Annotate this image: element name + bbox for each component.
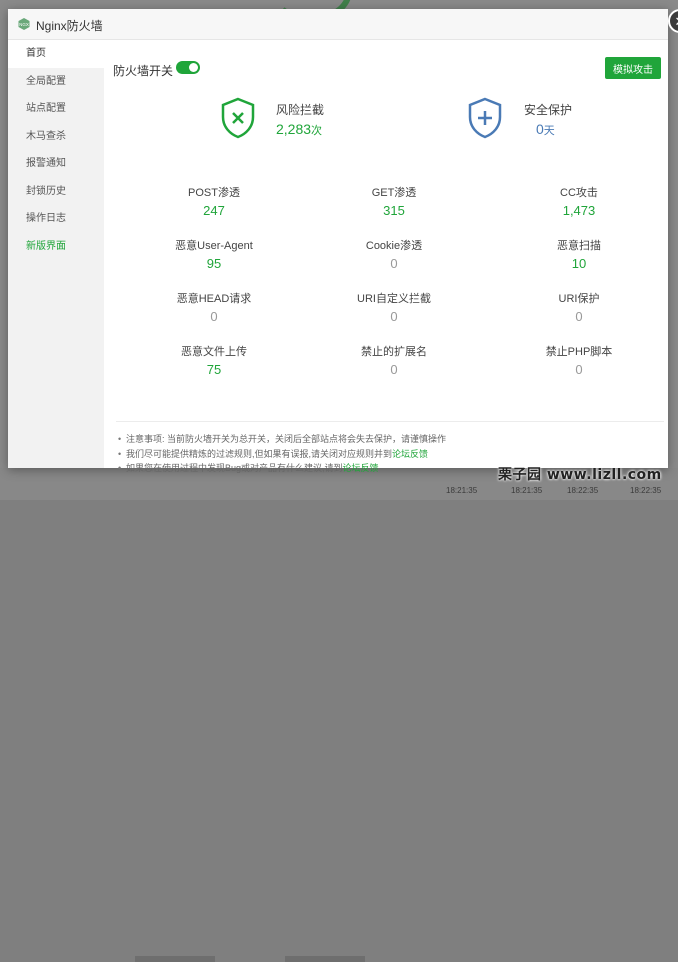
sidebar-item-new-ui[interactable]: 新版界面	[8, 233, 104, 261]
stat-cell: CC攻击 1,473	[489, 184, 669, 218]
risk-intercept-title: 风险拦截	[276, 103, 325, 117]
stat-value: 10	[571, 256, 587, 271]
close-icon: ✕	[675, 15, 678, 28]
stat-label: POST渗透	[188, 187, 240, 199]
note-text: 我们尽可能提供精炼的过滤规则,但如果有误报,请关闭对应规则并到	[126, 448, 393, 459]
stat-value: 1,473	[562, 203, 596, 218]
sidebar-item-alert-notify[interactable]: 报警通知	[8, 150, 104, 178]
forum-feedback-link[interactable]: 论坛反馈	[392, 449, 428, 459]
stat-value: 95	[206, 256, 222, 271]
stat-label: 恶意HEAD请求	[176, 293, 252, 305]
note-text: 注意事项: 当前防火墙开关为总开关，关闭后全部站点将会失去保护，请谨慎操作	[126, 434, 447, 444]
stat-value: 0	[390, 256, 398, 271]
stat-cell: 恶意扫描 10	[489, 237, 669, 271]
stat-cell: 禁止的扩展名 0	[304, 343, 484, 377]
stat-cell: GET渗透 315	[304, 184, 484, 218]
stat-cell: 恶意User-Agent 95	[124, 237, 304, 271]
stat-cell: 禁止PHP脚本 0	[489, 343, 669, 377]
main-panel: 防火墙开关 模拟攻击 风险拦截 2,283次 安全保护 0天 POST渗透 247…	[104, 40, 669, 475]
stat-cell: 恶意文件上传 75	[124, 343, 304, 377]
firewall-dialog: NGX Nginx防火墙 ✕ 首页 全局配置 站点配置 木马查杀 报警通知 封锁…	[8, 9, 678, 475]
simulate-attack-button[interactable]: 模拟攻击	[605, 57, 661, 79]
background-text-blur	[285, 956, 365, 962]
toggle-knob	[189, 63, 198, 72]
stat-label: URI自定义拦截	[357, 293, 431, 305]
stat-cell: POST渗透 247	[124, 184, 304, 218]
safe-protection-unit: 天	[543, 125, 555, 137]
stat-cell: URI保护 0	[489, 290, 669, 324]
risk-intercept-count: 2,283	[276, 121, 312, 137]
notes-divider	[116, 421, 664, 422]
background-tick-label: 18:22:35	[567, 486, 599, 495]
stat-cell: 恶意HEAD请求 0	[124, 290, 304, 324]
safe-protection-count: 0	[536, 121, 544, 137]
stat-label: GET渗透	[371, 187, 417, 199]
stat-label: 恶意扫描	[557, 240, 601, 252]
shield-x-icon	[221, 97, 255, 139]
stat-label: 恶意User-Agent	[175, 240, 253, 252]
background-tick-label: 18:21:35	[446, 486, 478, 495]
stat-value: 75	[206, 362, 222, 377]
background-tick-label: 18:22:35	[630, 486, 662, 495]
sidebar-item-trojan-scan[interactable]: 木马查杀	[8, 123, 104, 151]
stat-cell: Cookie渗透 0	[304, 237, 484, 271]
stat-value: 0	[210, 309, 218, 324]
nginx-logo-icon: NGX	[18, 18, 30, 30]
stat-value: 0	[575, 309, 583, 324]
stat-value: 247	[203, 203, 225, 218]
background-tick-label: 18:21:35	[511, 486, 543, 495]
note-text: 如果您在使用过程中发现Bug或对产品有什么建议,请到	[126, 463, 343, 473]
stat-label: 禁止的扩展名	[361, 346, 427, 358]
stat-label: 禁止PHP脚本	[545, 346, 613, 358]
sidebar-item-operation-log[interactable]: 操作日志	[8, 205, 104, 233]
risk-intercept-value: 2,283次	[276, 121, 322, 138]
stat-value: 0	[390, 362, 398, 377]
stat-cell: URI自定义拦截 0	[304, 290, 484, 324]
safe-protection-value: 0天	[536, 121, 555, 138]
note-item: 我们尽可能提供精炼的过滤规则,但如果有误报,请关闭对应规则并到论坛反馈	[118, 447, 666, 462]
stat-label: 恶意文件上传	[181, 346, 247, 358]
forum-feedback-link[interactable]: 论坛反馈	[343, 463, 379, 473]
watermark: 栗子园 www.lizll.com	[498, 467, 662, 483]
svg-text:NGX: NGX	[19, 22, 29, 27]
sidebar-item-site-config[interactable]: 站点配置	[8, 95, 104, 123]
firewall-toggle[interactable]	[176, 61, 200, 74]
window-title: Nginx防火墙	[36, 19, 103, 33]
stat-label: URI保护	[558, 293, 600, 305]
stat-value: 0	[390, 309, 398, 324]
stat-label: CC攻击	[560, 187, 598, 199]
shield-plus-icon	[468, 97, 502, 139]
stat-value: 315	[383, 203, 405, 218]
firewall-switch-label: 防火墙开关	[113, 64, 174, 78]
note-item: 注意事项: 当前防火墙开关为总开关，关闭后全部站点将会失去保护，请谨慎操作	[118, 432, 666, 447]
sidebar-item-home[interactable]: 首页	[8, 40, 104, 68]
safe-protection-title: 安全保护	[524, 103, 573, 117]
stat-label: Cookie渗透	[365, 240, 423, 252]
risk-intercept-unit: 次	[311, 125, 323, 137]
sidebar: 首页 全局配置 站点配置 木马查杀 报警通知 封锁历史 操作日志 新版界面	[8, 40, 104, 468]
stat-value: 0	[575, 362, 583, 377]
sidebar-item-global-config[interactable]: 全局配置	[8, 68, 104, 96]
background-text-blur	[135, 956, 215, 962]
sidebar-item-block-history[interactable]: 封锁历史	[8, 178, 104, 206]
title-bar: NGX Nginx防火墙	[8, 9, 668, 40]
